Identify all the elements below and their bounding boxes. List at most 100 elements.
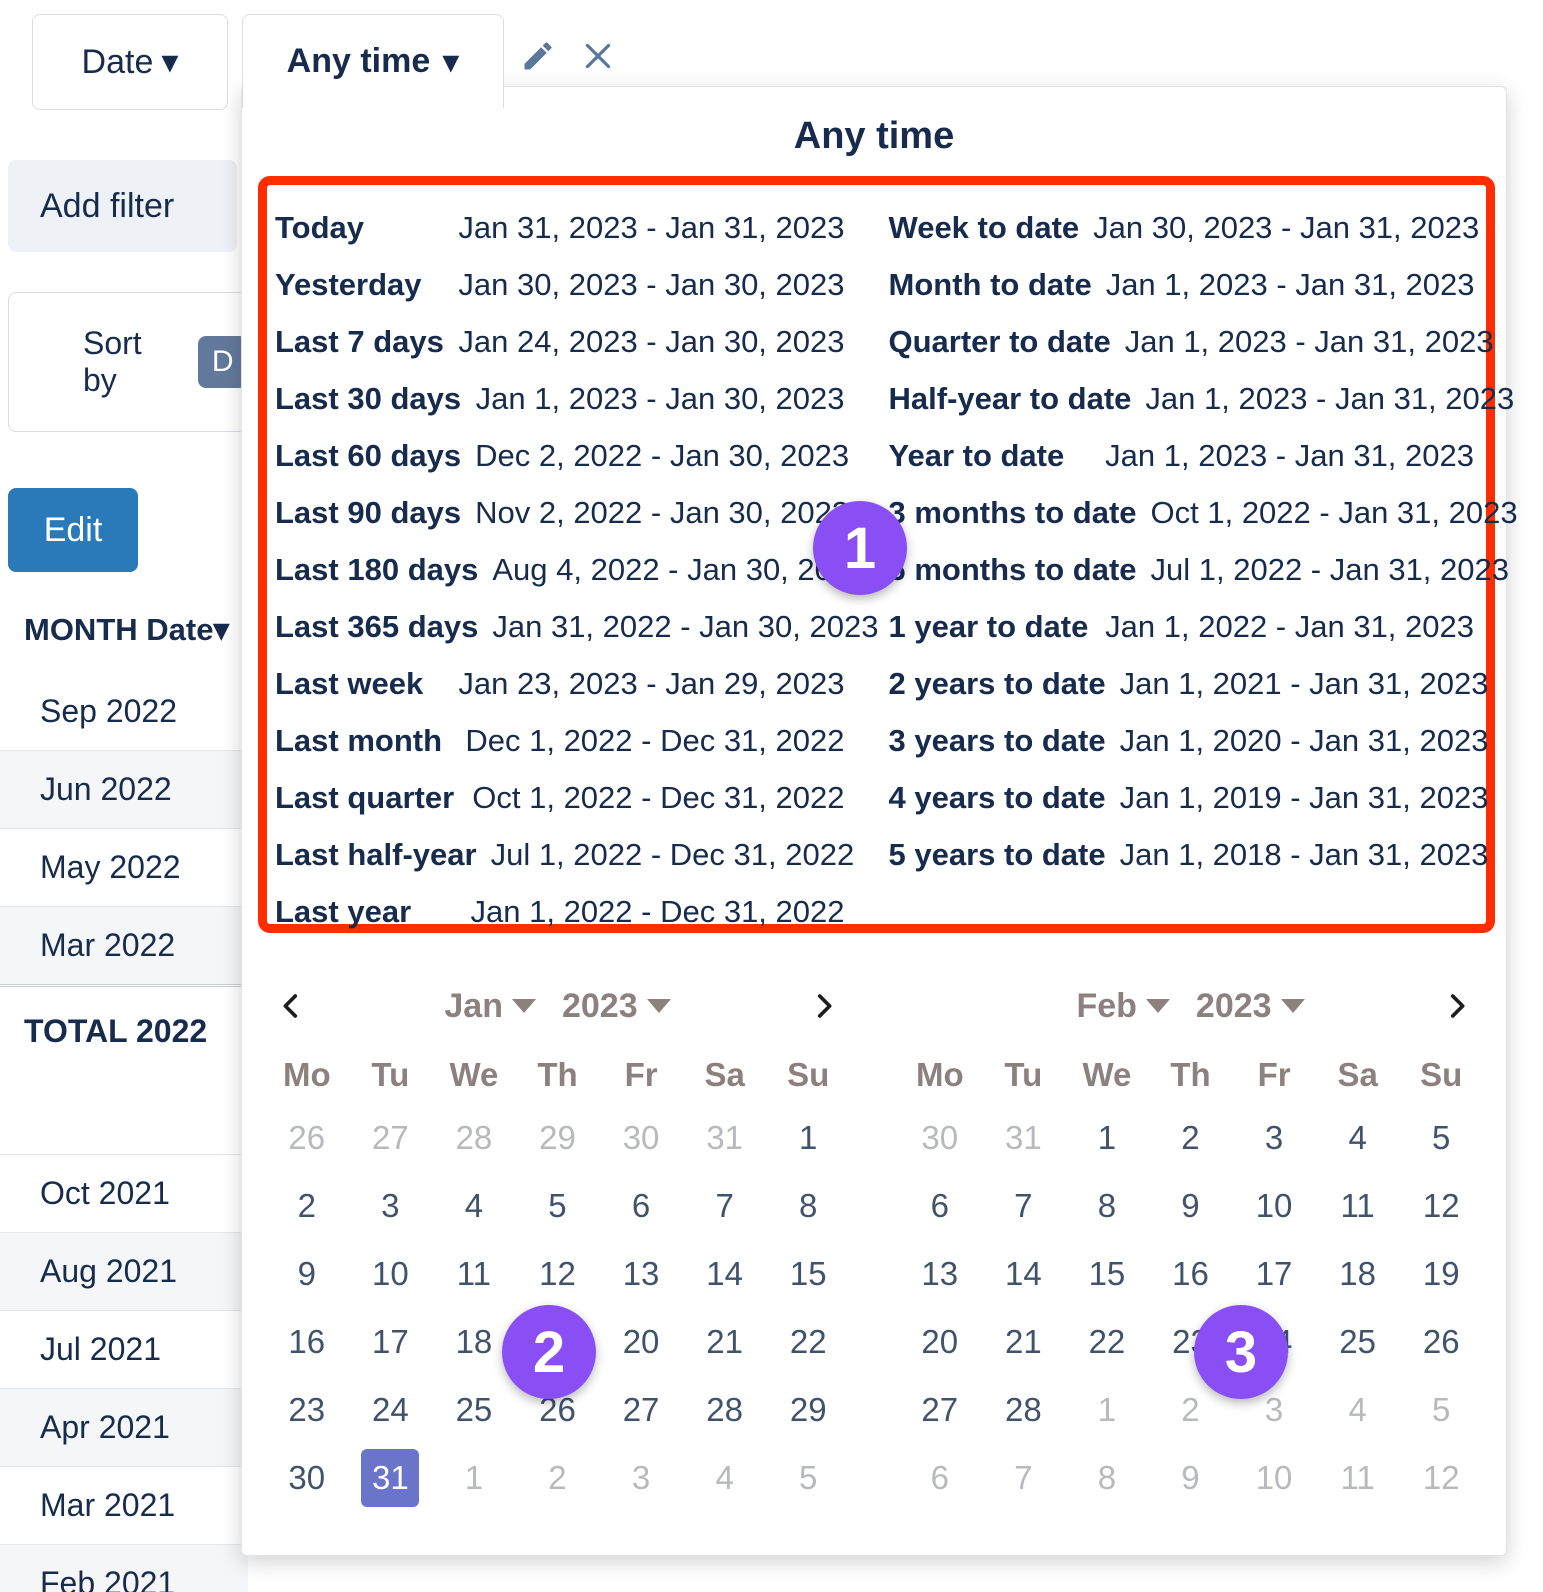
sort-by-control[interactable]: Sort by D bbox=[8, 292, 248, 432]
calendar-day[interactable]: 23 bbox=[265, 1376, 349, 1444]
calendar-day[interactable]: 25 bbox=[432, 1376, 516, 1444]
calendar-day[interactable]: 27 bbox=[599, 1376, 683, 1444]
calendar-day[interactable]: 12 bbox=[1399, 1172, 1483, 1240]
calendar-day[interactable]: 4 bbox=[432, 1172, 516, 1240]
calendar-day[interactable]: 3 bbox=[599, 1444, 683, 1512]
list-item[interactable]: Jun 2022 bbox=[0, 750, 248, 828]
calendar-day[interactable]: 3 bbox=[1232, 1104, 1316, 1172]
preset-row[interactable]: 3 years to date Jan 1, 2020 - Jan 31, 202… bbox=[889, 712, 1489, 769]
calendar-day[interactable]: 29 bbox=[766, 1376, 850, 1444]
edit-button[interactable]: Edit bbox=[8, 488, 138, 572]
calendar-day[interactable]: 11 bbox=[432, 1240, 516, 1308]
preset-row[interactable]: Last year Jan 1, 2022 - Dec 31, 2022 bbox=[275, 883, 877, 940]
calendar-day[interactable]: 10 bbox=[1232, 1172, 1316, 1240]
calendar-day[interactable]: 30 bbox=[265, 1444, 349, 1512]
calendar-day[interactable]: 3 bbox=[349, 1172, 433, 1240]
calendar-day[interactable]: 4 bbox=[1316, 1376, 1400, 1444]
preset-row[interactable]: Last 90 days Nov 2, 2022 - Jan 30, 2023 bbox=[275, 484, 877, 541]
calendar-day[interactable]: 6 bbox=[898, 1444, 982, 1512]
preset-row[interactable]: Last 7 days Jan 24, 2023 - Jan 30, 2023 bbox=[275, 313, 877, 370]
preset-row[interactable]: 2 years to date Jan 1, 2021 - Jan 31, 202… bbox=[889, 655, 1489, 712]
list-item[interactable]: Feb 2021 bbox=[0, 1544, 248, 1592]
calendar-day[interactable]: 26 bbox=[1399, 1308, 1483, 1376]
list-item[interactable]: Mar 2022 bbox=[0, 906, 248, 984]
close-icon[interactable] bbox=[580, 38, 616, 74]
preset-row[interactable]: Half-year to date Jan 1, 2023 - Jan 31, 2… bbox=[889, 370, 1515, 427]
list-item[interactable]: Oct 2021 bbox=[0, 1154, 248, 1232]
calendar-day[interactable]: 17 bbox=[1232, 1240, 1316, 1308]
preset-row[interactable]: Last 60 days Dec 2, 2022 - Jan 30, 2023 bbox=[275, 427, 877, 484]
calendar-day[interactable]: 19 bbox=[1399, 1240, 1483, 1308]
calendar-day[interactable]: 2 bbox=[1149, 1104, 1233, 1172]
add-filter-button[interactable]: Add filter bbox=[8, 160, 237, 252]
calendar-day[interactable]: 17 bbox=[349, 1308, 433, 1376]
list-item[interactable]: Jul 2021 bbox=[0, 1310, 248, 1388]
calendar-day[interactable]: 1 bbox=[1065, 1104, 1149, 1172]
calendar-day[interactable]: 22 bbox=[1065, 1308, 1149, 1376]
pencil-icon[interactable] bbox=[520, 38, 556, 74]
date-filter-tab[interactable]: Date ▾ bbox=[32, 14, 228, 110]
preset-row[interactable]: 3 months to date Oct 1, 2022 - Jan 31, 20… bbox=[889, 484, 1518, 541]
calendar-day[interactable]: 6 bbox=[898, 1172, 982, 1240]
calendar-day[interactable]: 21 bbox=[683, 1308, 767, 1376]
preset-row[interactable]: Last half-year Jul 1, 2022 - Dec 31, 2022 bbox=[275, 826, 877, 883]
calendar-day[interactable]: 5 bbox=[1399, 1104, 1483, 1172]
calendar-day[interactable]: 31 bbox=[982, 1104, 1066, 1172]
calendar-day[interactable]: 26 bbox=[265, 1104, 349, 1172]
month-select-left[interactable]: Jan bbox=[444, 987, 536, 1026]
calendar-day[interactable]: 29 bbox=[516, 1104, 600, 1172]
calendar-day[interactable]: 25 bbox=[1316, 1308, 1400, 1376]
next-month-button[interactable] bbox=[1431, 980, 1483, 1032]
calendar-day[interactable]: 12 bbox=[1399, 1444, 1483, 1512]
calendar-day[interactable]: 8 bbox=[766, 1172, 850, 1240]
calendar-day[interactable]: 30 bbox=[898, 1104, 982, 1172]
preset-row[interactable]: Last 180 days Aug 4, 2022 - Jan 30, 2023 bbox=[275, 541, 877, 598]
list-item[interactable]: Apr 2021 bbox=[0, 1388, 248, 1466]
calendar-day[interactable]: 15 bbox=[766, 1240, 850, 1308]
list-item[interactable]: May 2022 bbox=[0, 828, 248, 906]
calendar-day[interactable]: 1 bbox=[1065, 1376, 1149, 1444]
calendar-day[interactable]: 18 bbox=[1316, 1240, 1400, 1308]
calendar-day[interactable]: 9 bbox=[1149, 1172, 1233, 1240]
calendar-day[interactable]: 4 bbox=[1316, 1104, 1400, 1172]
preset-row[interactable]: Last week Jan 23, 2023 - Jan 29, 2023 bbox=[275, 655, 877, 712]
preset-row[interactable]: Last 30 days Jan 1, 2023 - Jan 30, 2023 bbox=[275, 370, 877, 427]
calendar-day[interactable]: 27 bbox=[349, 1104, 433, 1172]
calendar-day[interactable]: 5 bbox=[1399, 1376, 1483, 1444]
calendar-day[interactable]: 2 bbox=[265, 1172, 349, 1240]
calendar-day[interactable]: 20 bbox=[599, 1308, 683, 1376]
preset-row[interactable]: 6 months to date Jul 1, 2022 - Jan 31, 20… bbox=[889, 541, 1510, 598]
calendar-day-selected[interactable]: 31 bbox=[349, 1444, 433, 1512]
calendar-day[interactable]: 28 bbox=[982, 1376, 1066, 1444]
calendar-day[interactable]: 21 bbox=[982, 1308, 1066, 1376]
calendar-day[interactable]: 24 bbox=[349, 1376, 433, 1444]
calendar-day[interactable]: 7 bbox=[683, 1172, 767, 1240]
preset-row[interactable]: 4 years to date Jan 1, 2019 - Jan 31, 202… bbox=[889, 769, 1489, 826]
calendar-day[interactable]: 20 bbox=[898, 1308, 982, 1376]
calendar-day[interactable]: 7 bbox=[982, 1444, 1066, 1512]
preset-row[interactable]: Quarter to date Jan 1, 2023 - Jan 31, 202… bbox=[889, 313, 1494, 370]
calendar-day[interactable]: 9 bbox=[265, 1240, 349, 1308]
calendar-day[interactable]: 13 bbox=[599, 1240, 683, 1308]
preset-row[interactable]: 5 years to date Jan 1, 2018 - Jan 31, 202… bbox=[889, 826, 1489, 883]
list-item[interactable]: Sep 2022 bbox=[0, 672, 248, 750]
month-select-right[interactable]: Feb bbox=[1076, 987, 1170, 1026]
calendar-day[interactable]: 12 bbox=[516, 1240, 600, 1308]
calendar-day[interactable]: 7 bbox=[982, 1172, 1066, 1240]
calendar-day[interactable]: 8 bbox=[1065, 1172, 1149, 1240]
preset-row[interactable]: Last month Dec 1, 2022 - Dec 31, 2022 bbox=[275, 712, 877, 769]
year-select-right[interactable]: 2023 bbox=[1196, 987, 1305, 1026]
calendar-day[interactable]: 11 bbox=[1316, 1444, 1400, 1512]
next-month-button-left[interactable] bbox=[798, 980, 850, 1032]
calendar-day[interactable]: 2 bbox=[516, 1444, 600, 1512]
preset-row[interactable]: 1 year to date Jan 1, 2022 - Jan 31, 2023 bbox=[889, 598, 1487, 655]
preset-row[interactable]: Last quarter Oct 1, 2022 - Dec 31, 2022 bbox=[275, 769, 877, 826]
calendar-day[interactable]: 27 bbox=[898, 1376, 982, 1444]
calendar-day[interactable]: 11 bbox=[1316, 1172, 1400, 1240]
calendar-day[interactable]: 4 bbox=[683, 1444, 767, 1512]
preset-row[interactable]: Today Jan 31, 2023 - Jan 31, 2023 bbox=[275, 199, 877, 256]
preset-row[interactable]: Year to date Jan 1, 2023 - Jan 31, 2023 bbox=[889, 427, 1487, 484]
prev-month-button[interactable] bbox=[265, 980, 317, 1032]
calendar-day[interactable]: 14 bbox=[683, 1240, 767, 1308]
calendar-day[interactable]: 10 bbox=[1232, 1444, 1316, 1512]
